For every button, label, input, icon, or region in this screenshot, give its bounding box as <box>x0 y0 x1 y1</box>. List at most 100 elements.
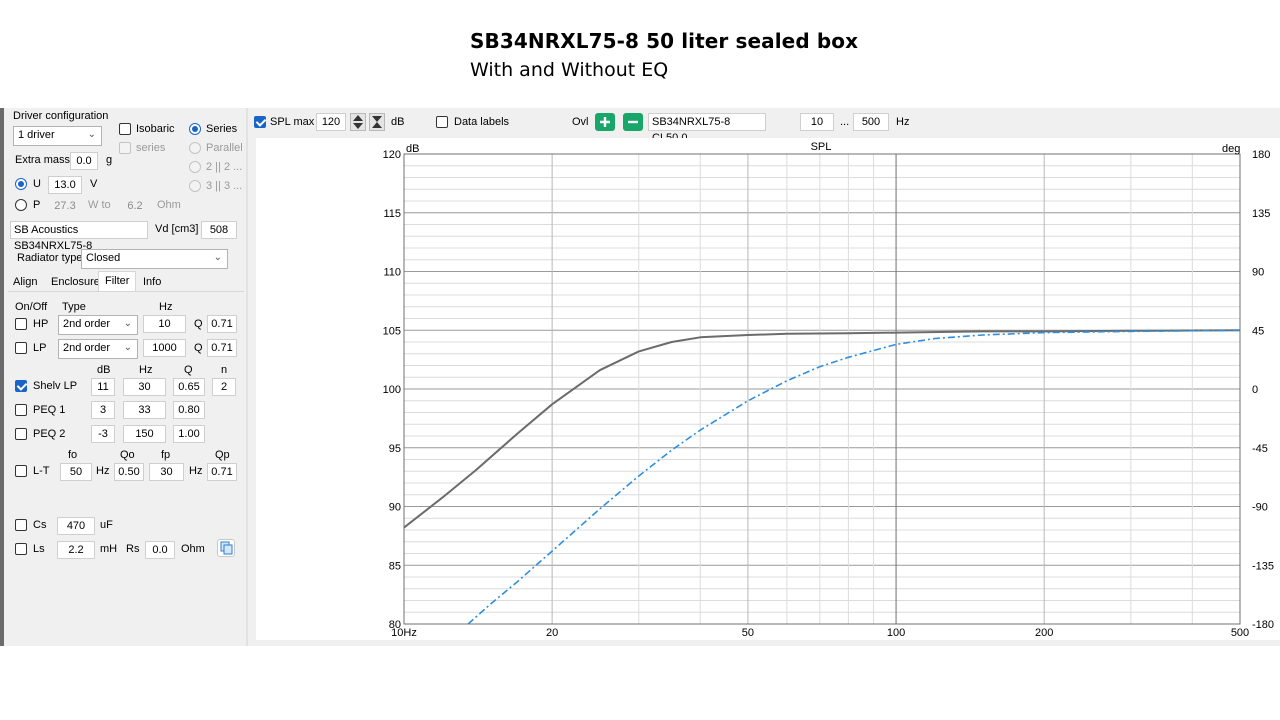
lp-checkbox[interactable] <box>15 342 27 354</box>
y2-tick-label: 135 <box>1252 208 1270 220</box>
vd-input[interactable]: 508 <box>201 221 237 239</box>
y-tick-label: 110 <box>383 267 401 279</box>
hp-q-input[interactable]: 0.71 <box>207 315 237 333</box>
freq-max-input[interactable]: 500 <box>853 113 889 131</box>
lp-freq-input[interactable]: 1000 <box>143 339 186 357</box>
spl-max-input[interactable]: 120 <box>316 113 346 131</box>
lt-fo-unit: Hz <box>96 465 110 477</box>
cs-label: Cs <box>33 519 47 531</box>
freq-min-input[interactable]: 10 <box>800 113 834 131</box>
isobaric-checkbox[interactable] <box>119 123 131 135</box>
spl-max-checkbox[interactable] <box>254 116 266 128</box>
x-tick-label: 100 <box>887 627 905 639</box>
driver-name-field[interactable]: SB Acoustics SB34NRXL75-8 <box>10 221 148 252</box>
autoscale-icon[interactable] <box>369 113 385 131</box>
lt-fo-input[interactable]: 50 <box>60 463 92 481</box>
peq2-label: PEQ 2 <box>33 428 66 440</box>
shelv-lp-checkbox[interactable] <box>15 380 27 392</box>
lt-fp-input[interactable]: 30 <box>149 463 184 481</box>
lp-label: LP <box>33 342 47 354</box>
y-tick-label: 90 <box>389 502 401 514</box>
hp-checkbox[interactable] <box>15 318 27 330</box>
lt-checkbox[interactable] <box>15 465 27 477</box>
power-radio[interactable] <box>15 199 27 211</box>
freq-hz-unit: Hz <box>896 116 910 128</box>
series-sub-label: series <box>136 142 166 154</box>
type-header: Type <box>62 301 86 313</box>
cs-input[interactable]: 470 <box>57 517 95 535</box>
spl-chart[interactable]: 1201151101051009590858018013590450-45-90… <box>256 138 1280 640</box>
add-overlay-button[interactable] <box>595 113 615 131</box>
rs-unit: Ohm <box>181 543 205 555</box>
spl-db-unit: dB <box>391 116 405 128</box>
ls-label: Ls <box>33 543 45 555</box>
shelv-hz-input[interactable]: 30 <box>123 378 166 396</box>
chevron-down-icon: ⌄ <box>123 342 132 353</box>
peq1-db-input[interactable]: 3 <box>91 401 115 419</box>
hp-freq-input[interactable]: 10 <box>143 315 186 333</box>
lp-order-select[interactable]: 2nd order ⌄ <box>58 339 138 359</box>
cs-checkbox[interactable] <box>15 519 27 531</box>
x-tick-label: 500 <box>1231 627 1249 639</box>
lt-qo-input[interactable]: 0.50 <box>114 463 144 481</box>
rs-input[interactable]: 0.0 <box>145 541 175 559</box>
driver-count-value: 1 driver <box>18 129 55 141</box>
peq2-db-input[interactable]: -3 <box>91 425 115 443</box>
ls-input[interactable]: 2.2 <box>57 541 95 559</box>
y-tick-label: 100 <box>383 384 401 396</box>
parallel-radio[interactable] <box>189 142 201 154</box>
tab-filter[interactable]: Filter <box>98 271 137 292</box>
onoff-header: On/Off <box>15 301 48 313</box>
peq2-q-input[interactable]: 1.00 <box>173 425 205 443</box>
spl-curve-with-eq <box>467 329 1241 625</box>
panel-divider <box>246 108 248 646</box>
voltage-input[interactable]: 13.0 <box>48 176 82 194</box>
extra-mass-label: Extra mass <box>15 154 71 166</box>
hz-header-2: Hz <box>139 364 153 376</box>
config-3x3-radio[interactable] <box>189 180 201 192</box>
peq1-checkbox[interactable] <box>15 404 27 416</box>
lt-fp-unit: Hz <box>189 465 203 477</box>
chart-title: SPL <box>811 141 832 153</box>
ls-checkbox[interactable] <box>15 543 27 555</box>
remove-overlay-button[interactable] <box>623 113 643 131</box>
driver-count-select[interactable]: 1 driver ⌄ <box>13 126 102 146</box>
peq1-q-input[interactable]: 0.80 <box>173 401 205 419</box>
tab-info[interactable]: Info <box>137 273 167 292</box>
driver-config-label: Driver configuration <box>13 110 109 122</box>
peq2-checkbox[interactable] <box>15 428 27 440</box>
config-2x2-radio[interactable] <box>189 161 201 173</box>
tab-align[interactable]: Align <box>7 273 43 292</box>
y2-tick-label: 180 <box>1252 149 1270 161</box>
voltage-radio[interactable] <box>15 178 27 190</box>
copy-icon[interactable] <box>217 539 235 557</box>
radiator-type-select[interactable]: Closed ⌄ <box>81 249 228 269</box>
chart-series <box>403 329 1241 625</box>
lt-qp-input[interactable]: 0.71 <box>207 463 237 481</box>
minus-icon <box>628 120 638 124</box>
overlay-name-field[interactable]: SB34NRXL75-8 CL50.0 <box>648 113 766 144</box>
overlay-label: Ovl <box>572 116 589 128</box>
series-checkbox[interactable] <box>119 142 131 154</box>
peq2-hz-input[interactable]: 150 <box>123 425 166 443</box>
chevron-down-icon: ⌄ <box>87 129 96 140</box>
series-radio[interactable] <box>189 123 201 135</box>
shelv-n-input[interactable]: 2 <box>212 378 236 396</box>
extra-mass-input[interactable]: 0.0 <box>70 152 98 170</box>
peq1-hz-input[interactable]: 33 <box>123 401 166 419</box>
data-labels-checkbox[interactable] <box>436 116 448 128</box>
y2-tick-label: 90 <box>1252 267 1264 279</box>
y-axis-right-unit: deg <box>1222 143 1240 155</box>
spl-spin-icon[interactable] <box>350 113 366 131</box>
rs-label: Rs <box>126 543 140 555</box>
hp-order-select[interactable]: 2nd order ⌄ <box>58 315 138 335</box>
impedance-input[interactable]: 6.2 <box>120 197 150 215</box>
hz-header: Hz <box>159 301 173 313</box>
chart-grid <box>403 153 1241 625</box>
power-input[interactable]: 27.3 <box>48 197 82 215</box>
y-tick-label: 85 <box>389 560 401 572</box>
shelv-q-input[interactable]: 0.65 <box>173 378 205 396</box>
lp-q-input[interactable]: 0.71 <box>207 339 237 357</box>
shelv-db-input[interactable]: 11 <box>91 378 115 396</box>
tab-enclosure[interactable]: Enclosure <box>45 273 106 292</box>
